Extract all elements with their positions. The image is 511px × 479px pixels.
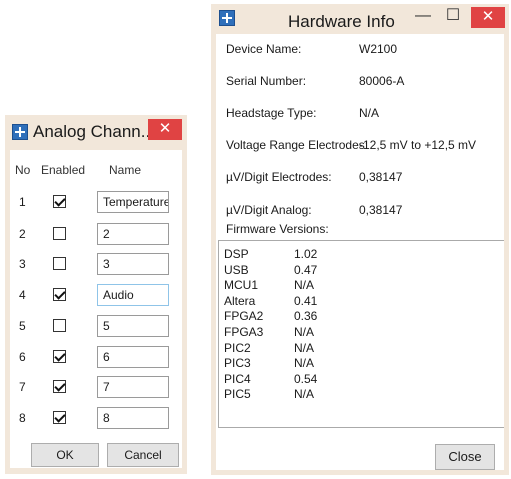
firmware-component: DSP [224, 247, 249, 261]
channel-enabled-checkbox[interactable] [53, 411, 66, 424]
info-value: 0,38147 [359, 170, 403, 184]
channel-row: 88 [5, 407, 187, 429]
info-value: 80006-A [359, 74, 405, 88]
firmware-list[interactable]: DSP 1.02 USB 0.47 MCU1 N/A Altera 0.41 FPGA2 0.36… [218, 240, 504, 428]
firmware-version: 0.54 [294, 371, 318, 386]
header-enabled: Enabled [41, 163, 86, 177]
info-label: Headstage Type: [226, 106, 317, 120]
header-no: No [15, 163, 31, 177]
info-value: -12,5 mV to +12,5 mV [359, 138, 477, 152]
firmware-version: 1.02 [294, 247, 318, 261]
analog-channels-window: Analog Chann... ✕ No Enabled Name 1 Tempe… [5, 115, 187, 474]
info-label: Device Name: [226, 42, 302, 56]
channel-number: 8 [19, 411, 26, 425]
firmware-component: MCU1 [224, 278, 259, 293]
firmware-version: 0.41 [294, 293, 318, 308]
channel-name-input[interactable]: 6 [97, 346, 169, 368]
channel-number: 1 [19, 195, 26, 209]
channel-enabled-checkbox[interactable] [53, 257, 66, 270]
firmware-version: 0.36 [294, 309, 318, 324]
firmware-component: USB [224, 262, 249, 277]
close-button[interactable]: Close [435, 444, 495, 470]
channel-number: 2 [19, 227, 26, 241]
info-value: N/A [359, 106, 380, 120]
channel-row: 55 [5, 315, 187, 337]
channel-name-input[interactable]: Audio [97, 284, 169, 306]
channel-number: 5 [19, 319, 26, 333]
channel-row: 66 [5, 346, 187, 368]
channel-number: 4 [19, 288, 26, 302]
firmware-version: N/A [294, 340, 315, 355]
app-icon [12, 124, 28, 140]
channel-enabled-checkbox[interactable] [53, 195, 66, 208]
firmware-component: PIC5 [224, 387, 251, 402]
header-name: Name [109, 163, 142, 177]
firmware-component: PIC2 [224, 340, 251, 355]
info-label: µV/Digit Analog: [226, 203, 312, 217]
hardware-window-title: Hardware Info [288, 12, 395, 31]
firmware-component: PIC4 [224, 371, 251, 386]
maximize-button[interactable]: ☐ [441, 7, 465, 27]
info-label: µV/Digit Electrodes: [226, 170, 332, 184]
firmware-version: N/A [294, 278, 315, 293]
firmware-version: 0.47 [294, 262, 318, 277]
minimize-button[interactable]: — [411, 7, 435, 27]
app-icon [219, 10, 235, 26]
channel-row: 22 [5, 223, 187, 245]
analog-close-button[interactable]: ✕ [148, 119, 182, 140]
hardware-title-bar[interactable]: Hardware Info — ☐ ✕ [211, 4, 509, 34]
channel-name-input[interactable]: Temperature [97, 191, 169, 213]
info-label: Voltage Range Electrodes: [226, 138, 369, 152]
channel-name-input[interactable]: 8 [97, 407, 169, 429]
channel-enabled-checkbox[interactable] [53, 288, 66, 301]
info-value: W2100 [359, 42, 398, 56]
firmware-component: FPGA2 [224, 309, 264, 324]
info-value: 0,38147 [359, 203, 403, 217]
channel-name-input[interactable]: 7 [97, 376, 169, 398]
hardware-close-window-button[interactable]: ✕ [471, 7, 505, 28]
channel-enabled-checkbox[interactable] [53, 319, 66, 332]
channel-name-input[interactable]: 3 [97, 253, 169, 275]
info-label: Serial Number: [226, 74, 307, 88]
channel-number: 7 [19, 380, 26, 394]
firmware-version: N/A [294, 387, 315, 402]
channel-enabled-checkbox[interactable] [53, 350, 66, 363]
channel-name-input[interactable]: 2 [97, 223, 169, 245]
hardware-info-window: Hardware Info — ☐ ✕ Device Name: W2100 Ser… [211, 4, 509, 475]
firmware-version: N/A [294, 356, 315, 371]
channel-row: 77 [5, 376, 187, 398]
firmware-component: Altera [224, 293, 256, 308]
cancel-button[interactable]: Cancel [107, 443, 179, 467]
channel-row: 33 [5, 253, 187, 275]
channel-number: 6 [19, 350, 26, 364]
analog-window-title: Analog Chann... [33, 122, 155, 141]
channel-enabled-checkbox[interactable] [53, 380, 66, 393]
firmware-versions-label: Firmware Versions: [226, 222, 329, 236]
channel-number: 3 [19, 257, 26, 271]
channel-name-input[interactable]: 5 [97, 315, 169, 337]
firmware-component: FPGA3 [224, 325, 264, 339]
channel-enabled-checkbox[interactable] [53, 227, 66, 240]
channel-row: 4 Audio [5, 284, 187, 306]
ok-button[interactable]: OK [31, 443, 99, 467]
firmware-component: PIC3 [224, 356, 251, 371]
channel-row: 1 Temperature [5, 191, 187, 213]
analog-title-bar[interactable]: Analog Chann... ✕ [5, 115, 187, 145]
firmware-version: N/A [294, 325, 315, 339]
